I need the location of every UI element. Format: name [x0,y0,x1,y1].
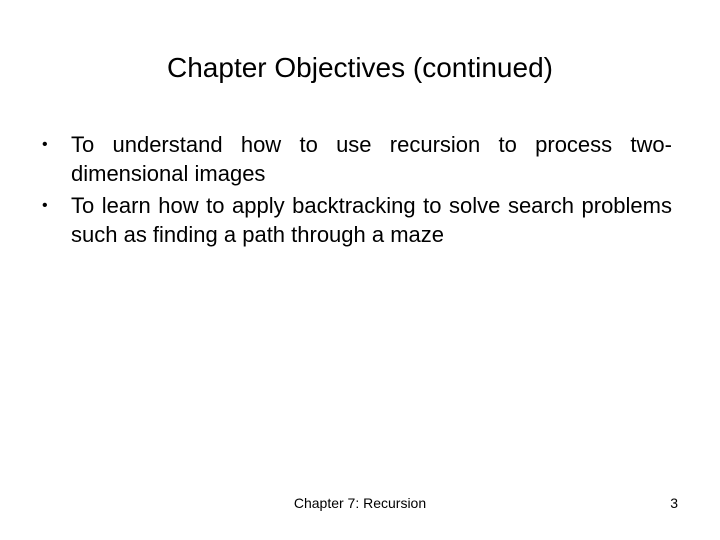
objective-item: • To learn how to apply backtracking to … [40,191,672,249]
page-number: 3 [670,495,678,511]
objectives-list: • To understand how to use recursion to … [40,130,672,252]
footer-chapter: Chapter 7: Recursion [293,495,427,511]
objective-item: • To understand how to use recursion to … [40,130,672,188]
slide-title: Chapter Objectives (continued) [167,52,553,83]
objective-text: To learn how to apply backtracking to so… [71,193,672,247]
objective-text: To understand how to use recursion to pr… [71,132,672,186]
bullet-icon: • [42,136,48,153]
bullet-icon: • [42,197,48,214]
